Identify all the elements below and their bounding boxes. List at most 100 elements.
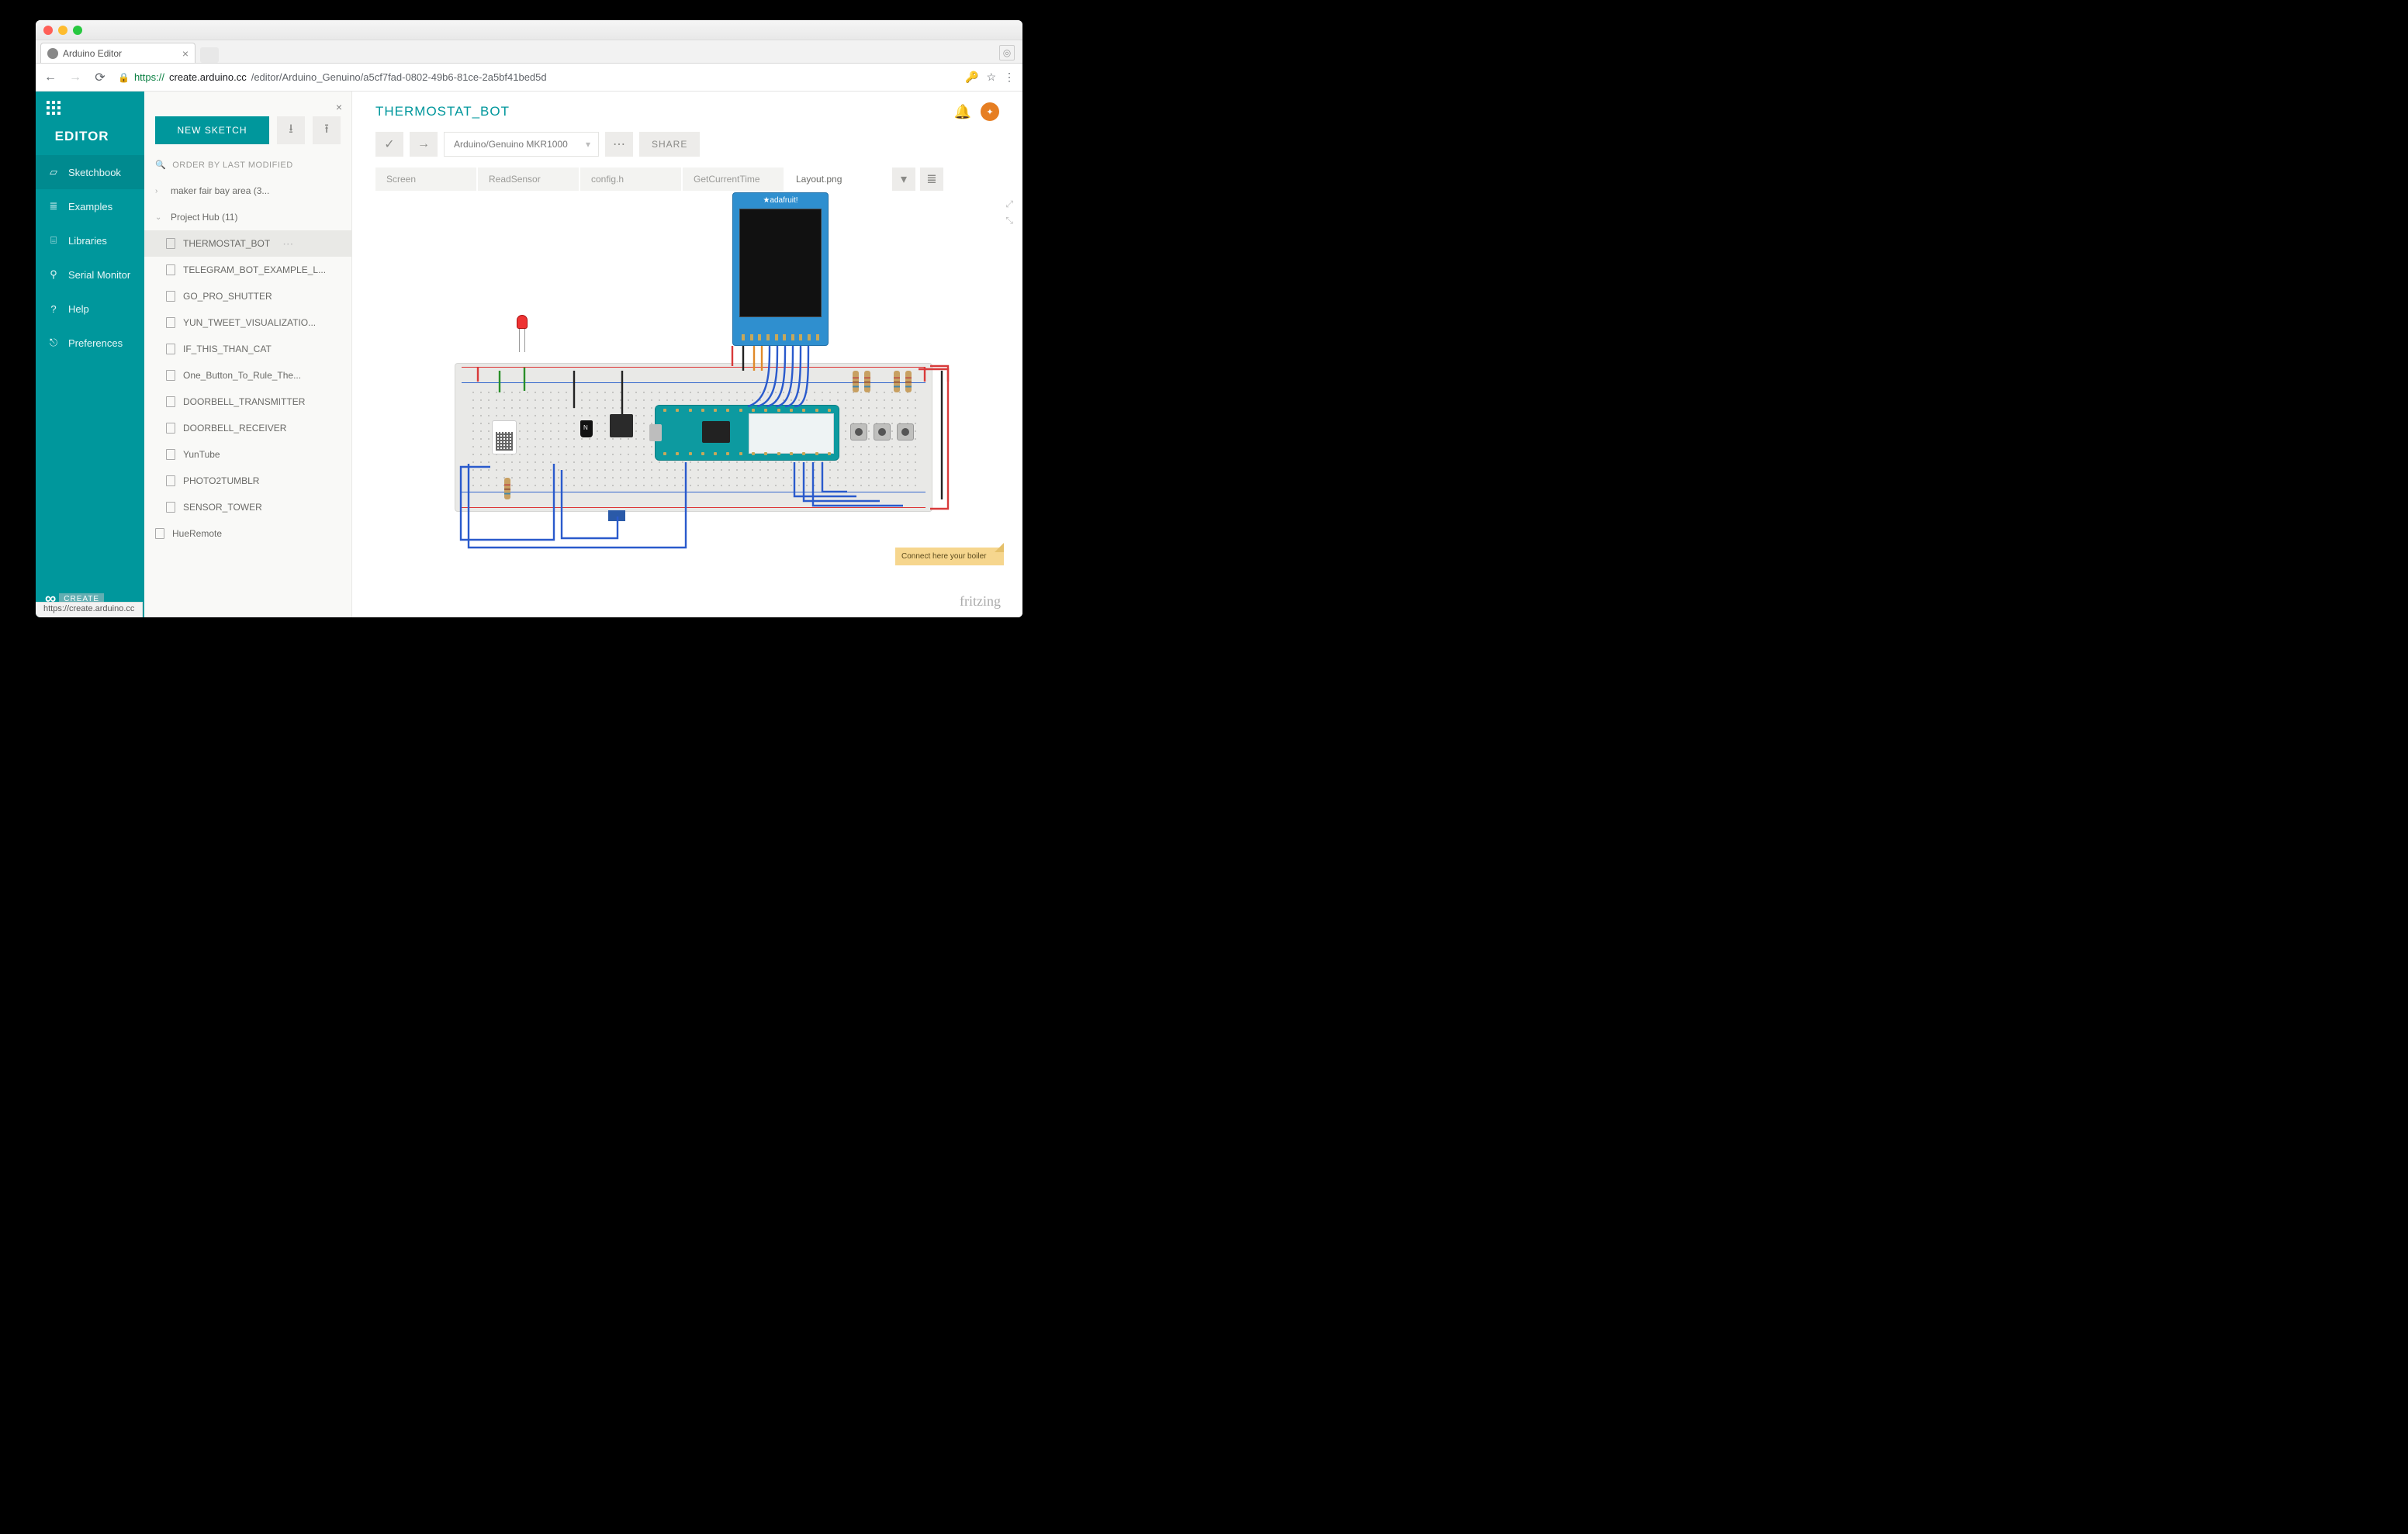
fritzing-diagram: ★adafruit! [422, 191, 981, 594]
tab-label: ReadSensor [489, 174, 541, 185]
zoom-controls: ⤢ ⤡ [1005, 199, 1013, 226]
file-row[interactable]: DOORBELL_RECEIVER [144, 415, 351, 441]
tft-display: ★adafruit! [732, 192, 829, 346]
ellipsis-icon: ⋯ [613, 136, 625, 152]
bookmark-icon[interactable]: ☆ [986, 71, 996, 84]
file-row[interactable]: TELEGRAM_BOT_EXAMPLE_L... [144, 257, 351, 283]
chevron-right-icon: › [47, 129, 52, 144]
file-row[interactable]: PHOTO2TUMBLR [144, 468, 351, 494]
search-icon: 🔍 [155, 160, 166, 170]
nav-examples[interactable]: ≣ Examples [36, 189, 144, 223]
file-row[interactable]: IF_THIS_THAN_CAT [144, 336, 351, 362]
maximize-window-button[interactable] [73, 26, 82, 35]
check-icon: ✓ [384, 136, 394, 152]
file-tab-active[interactable]: Layout.png [785, 168, 886, 191]
collapse-icon[interactable]: ⤡ [1005, 215, 1013, 226]
chevron-down-icon: ▾ [901, 171, 907, 187]
browser-tab[interactable]: Arduino Editor × [40, 43, 195, 63]
dht-sensor [492, 420, 517, 454]
file-icon [166, 291, 175, 302]
verify-button[interactable]: ✓ [375, 132, 403, 157]
back-button[interactable]: ← [43, 71, 57, 85]
notifications-icon[interactable]: 🔔 [954, 104, 971, 120]
minimize-window-button[interactable] [58, 26, 67, 35]
more-actions-button[interactable]: ⋯ [605, 132, 633, 157]
profile-button[interactable]: ◎ [999, 45, 1015, 60]
file-row[interactable]: One_Button_To_Rule_The... [144, 362, 351, 389]
status-url: https://create.arduino.cc [43, 604, 134, 613]
mkr1000-board [655, 405, 839, 461]
folder-row[interactable]: › maker fair bay area (3... [144, 178, 351, 204]
nav-help[interactable]: ? Help [36, 292, 144, 326]
file-tab[interactable]: GetCurrentTime [683, 168, 784, 191]
file-name: YunTube [183, 449, 220, 460]
file-name: DOORBELL_TRANSMITTER [183, 396, 305, 407]
expand-icon[interactable]: ⤢ [1005, 199, 1013, 210]
upload-button[interactable]: ⭱ [313, 116, 341, 144]
new-sketch-label: NEW SKETCH [177, 125, 247, 136]
new-sketch-button[interactable]: NEW SKETCH [155, 116, 269, 144]
file-row[interactable]: SENSOR_TOWER [144, 494, 351, 520]
nav-sketchbook[interactable]: ▱ Sketchbook [36, 155, 144, 189]
upload-sketch-button[interactable]: → [410, 132, 438, 157]
tabs-dropdown-button[interactable]: ▾ [892, 168, 915, 191]
tab-title: Arduino Editor [63, 48, 122, 59]
note-text: Connect here your boiler [901, 552, 987, 561]
close-tab-icon[interactable]: × [182, 47, 189, 60]
close-panel-icon[interactable]: × [336, 101, 342, 113]
file-row[interactable]: GO_PRO_SHUTTER [144, 283, 351, 309]
file-row[interactable]: HueRemote [144, 520, 351, 547]
address-bar[interactable]: 🔒 https://create.arduino.cc/editor/Ardui… [118, 71, 954, 83]
file-tab[interactable]: ReadSensor [478, 168, 579, 191]
file-icon [166, 396, 175, 407]
layout-canvas[interactable]: ⤢ ⤡ ★adafruit! [352, 191, 1022, 617]
nav-label: Libraries [68, 235, 107, 247]
toggle-panel-button[interactable]: ≣ [920, 168, 943, 191]
file-icon [166, 238, 175, 249]
editor-header[interactable]: › EDITOR [36, 124, 144, 155]
apps-menu-button[interactable] [36, 92, 144, 124]
nav-label: Serial Monitor [68, 269, 130, 281]
order-row[interactable]: 🔍 ORDER BY LAST MODIFIED [144, 152, 351, 178]
app-content: › EDITOR ▱ Sketchbook ≣ Examples ⌸ Libra… [36, 92, 1022, 617]
file-tab[interactable]: config.h [580, 168, 681, 191]
board-select[interactable]: Arduino/Genuino MKR1000 [444, 132, 599, 157]
folder-row[interactable]: ⌄ Project Hub (11) [144, 204, 351, 230]
sketchbook-panel: × NEW SKETCH ⭳ ⭱ 🔍 ORDER BY LAST MODIFIE… [144, 92, 352, 617]
ic-chip [610, 414, 633, 437]
reload-button[interactable]: ⟳ [93, 71, 107, 85]
file-row[interactable]: YunTube [144, 441, 351, 468]
file-name: YUN_TWEET_VISUALIZATIO... [183, 317, 316, 328]
file-row[interactable]: YUN_TWEET_VISUALIZATIO... [144, 309, 351, 336]
tab-label: Screen [386, 174, 416, 185]
resistor [864, 371, 870, 392]
more-icon[interactable]: ⋯ [282, 237, 293, 250]
package-icon: ⌸ [47, 233, 61, 247]
chevron-right-icon: › [155, 187, 163, 195]
status-link: https://create.arduino.cc [36, 602, 143, 617]
file-name: One_Button_To_Rule_The... [183, 370, 301, 381]
file-row[interactable]: DOORBELL_TRANSMITTER [144, 389, 351, 415]
url-scheme: https:// [134, 71, 164, 83]
nav-libraries[interactable]: ⌸ Libraries [36, 223, 144, 257]
menu-icon[interactable]: ⋮ [1004, 71, 1015, 84]
file-tab[interactable]: Screen [375, 168, 476, 191]
import-button[interactable]: ⭳ [277, 116, 305, 144]
file-row-selected[interactable]: THERMOSTAT_BOT ⋯ [144, 230, 351, 257]
forward-button[interactable]: → [68, 71, 82, 85]
editor-label: EDITOR [55, 129, 109, 144]
credential-icon[interactable]: 🔑 [965, 71, 978, 84]
tab-favicon [47, 48, 58, 59]
nav-preferences[interactable]: ⎋ Preferences [36, 326, 144, 360]
user-avatar[interactable]: ✦ [981, 102, 999, 121]
close-window-button[interactable] [43, 26, 53, 35]
share-button[interactable]: SHARE [639, 132, 700, 157]
file-name: HueRemote [172, 528, 222, 539]
tft-brand: ★adafruit! [733, 196, 828, 205]
new-tab-button[interactable] [200, 47, 219, 63]
main-area: THERMOSTAT_BOT 🔔 ✦ ✓ → Arduino/Genuino M… [352, 92, 1022, 617]
file-name: THERMOSTAT_BOT [183, 238, 270, 249]
nav-serial-monitor[interactable]: ⚲ Serial Monitor [36, 257, 144, 292]
nav-label: Sketchbook [68, 167, 121, 178]
main-header: THERMOSTAT_BOT 🔔 ✦ [352, 92, 1022, 127]
